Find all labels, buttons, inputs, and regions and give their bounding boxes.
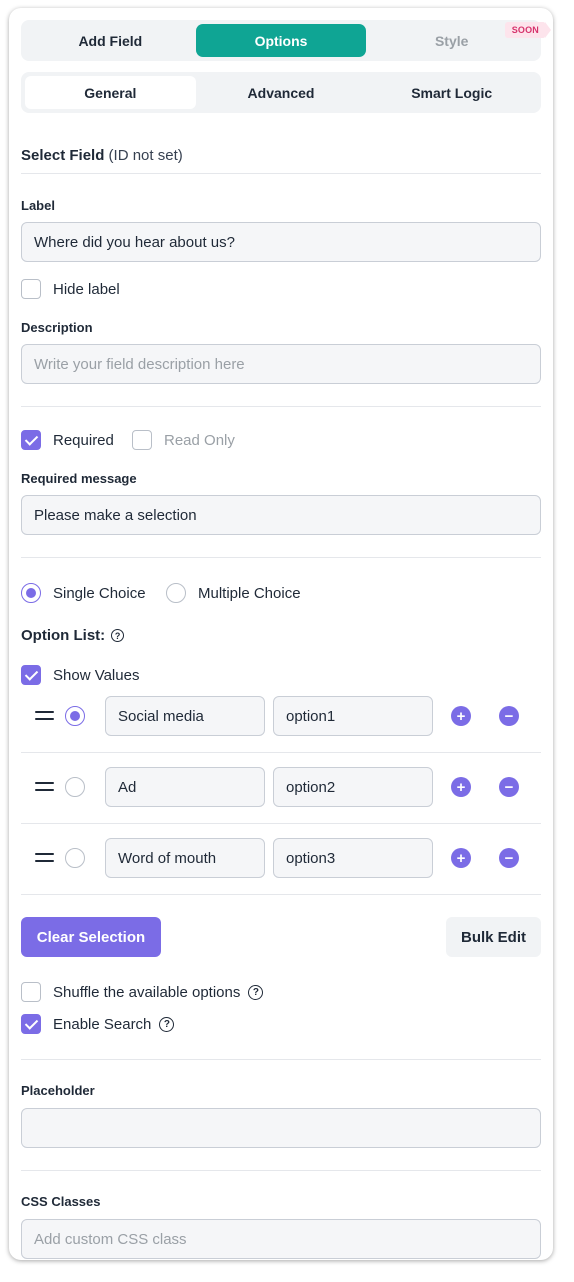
option-list-text: Option List: xyxy=(21,627,106,644)
description-input[interactable]: Write your field description here xyxy=(21,344,541,384)
placeholder-label: Placeholder xyxy=(21,1083,95,1098)
option-list-label: Option List: ? xyxy=(21,627,125,644)
page-title-main: Select Field xyxy=(21,147,105,164)
tab-style[interactable]: Style SOON xyxy=(366,22,552,57)
shuffle-row[interactable]: Shuffle the available options ? xyxy=(21,982,264,1002)
shuffle-checkbox[interactable] xyxy=(21,982,41,1002)
hide-label-text: Hide label xyxy=(53,280,120,298)
hide-label-checkbox[interactable] xyxy=(21,279,41,299)
divider xyxy=(21,557,541,558)
shuffle-text: Shuffle the available options xyxy=(53,983,241,1001)
divider xyxy=(21,173,541,174)
option-default-radio[interactable] xyxy=(65,706,85,726)
enable-search-text: Enable Search xyxy=(53,1015,152,1033)
description-label: Description xyxy=(21,320,93,335)
single-choice-radio[interactable] xyxy=(21,583,41,603)
label-field-label: Label xyxy=(21,198,55,213)
field-settings-panel: Add Field Options Style SOON General Adv… xyxy=(9,8,553,1260)
divider xyxy=(21,894,541,895)
required-message-label: Required message xyxy=(21,471,137,486)
enable-search-row[interactable]: Enable Search ? xyxy=(21,1014,175,1034)
drag-handle-icon[interactable] xyxy=(35,852,54,864)
read-only-row[interactable]: Read Only xyxy=(132,430,235,450)
multiple-choice-radio[interactable] xyxy=(166,583,186,603)
add-option-icon[interactable]: + xyxy=(451,706,471,726)
required-row[interactable]: Required xyxy=(21,430,114,450)
option-default-radio[interactable] xyxy=(65,848,85,868)
css-classes-label: CSS Classes xyxy=(21,1194,101,1209)
add-option-icon[interactable]: + xyxy=(451,848,471,868)
top-tabs: Add Field Options Style SOON xyxy=(21,20,552,61)
divider xyxy=(21,752,541,753)
hide-label-row[interactable]: Hide label xyxy=(21,279,120,299)
divider xyxy=(21,406,541,407)
remove-option-icon[interactable]: − xyxy=(499,848,519,868)
required-message-input[interactable]: Please make a selection xyxy=(21,495,541,535)
help-icon[interactable]: ? xyxy=(159,1016,175,1032)
option-row: Word of mouth option3 + − xyxy=(21,838,541,909)
page-title-id: (ID not set) xyxy=(108,147,183,164)
divider xyxy=(21,1059,541,1060)
label-input[interactable]: Where did you hear about us? xyxy=(21,222,541,262)
option-value-input[interactable]: option3 xyxy=(273,838,433,878)
read-only-text: Read Only xyxy=(164,431,235,449)
option-value-input[interactable]: option2 xyxy=(273,767,433,807)
add-option-icon[interactable]: + xyxy=(451,777,471,797)
divider xyxy=(21,1170,541,1171)
option-row: Social media option1 + − xyxy=(21,696,541,767)
multiple-choice-row[interactable]: Multiple Choice xyxy=(166,583,301,603)
help-icon[interactable]: ? xyxy=(111,629,125,642)
drag-handle-icon[interactable] xyxy=(35,781,54,793)
tab-smart-logic[interactable]: Smart Logic xyxy=(366,76,537,109)
tab-add-field[interactable]: Add Field xyxy=(25,24,196,57)
clear-selection-button[interactable]: Clear Selection xyxy=(21,917,161,957)
read-only-checkbox[interactable] xyxy=(132,430,152,450)
show-values-text: Show Values xyxy=(53,666,140,684)
tab-general[interactable]: General xyxy=(25,76,196,109)
drag-handle-icon[interactable] xyxy=(35,710,54,722)
option-value-input[interactable]: option1 xyxy=(273,696,433,736)
option-row: Ad option2 + − xyxy=(21,767,541,838)
page-title: Select Field (ID not set) xyxy=(21,147,183,164)
tab-style-label: Style xyxy=(434,32,469,49)
tab-advanced[interactable]: Advanced xyxy=(196,76,367,109)
tab-options[interactable]: Options xyxy=(195,24,367,57)
single-choice-text: Single Choice xyxy=(53,584,146,602)
placeholder-input[interactable] xyxy=(21,1108,541,1148)
show-values-row[interactable]: Show Values xyxy=(21,665,139,685)
show-values-checkbox[interactable] xyxy=(21,665,41,685)
single-choice-row[interactable]: Single Choice xyxy=(21,583,146,603)
option-label-input[interactable]: Social media xyxy=(105,696,265,736)
divider xyxy=(21,823,541,824)
option-label-input[interactable]: Ad xyxy=(105,767,265,807)
required-checkbox[interactable] xyxy=(21,430,41,450)
remove-option-icon[interactable]: − xyxy=(499,777,519,797)
soon-badge: SOON xyxy=(504,22,552,38)
required-text: Required xyxy=(53,431,114,449)
sub-tabs: General Advanced Smart Logic xyxy=(21,72,541,113)
css-classes-input[interactable]: Add custom CSS class xyxy=(21,1219,541,1259)
enable-search-checkbox[interactable] xyxy=(21,1014,41,1034)
help-icon[interactable]: ? xyxy=(248,984,264,1000)
option-default-radio[interactable] xyxy=(65,777,85,797)
multiple-choice-text: Multiple Choice xyxy=(198,584,301,602)
bulk-edit-button[interactable]: Bulk Edit xyxy=(446,917,541,957)
option-label-input[interactable]: Word of mouth xyxy=(105,838,265,878)
remove-option-icon[interactable]: − xyxy=(499,706,519,726)
